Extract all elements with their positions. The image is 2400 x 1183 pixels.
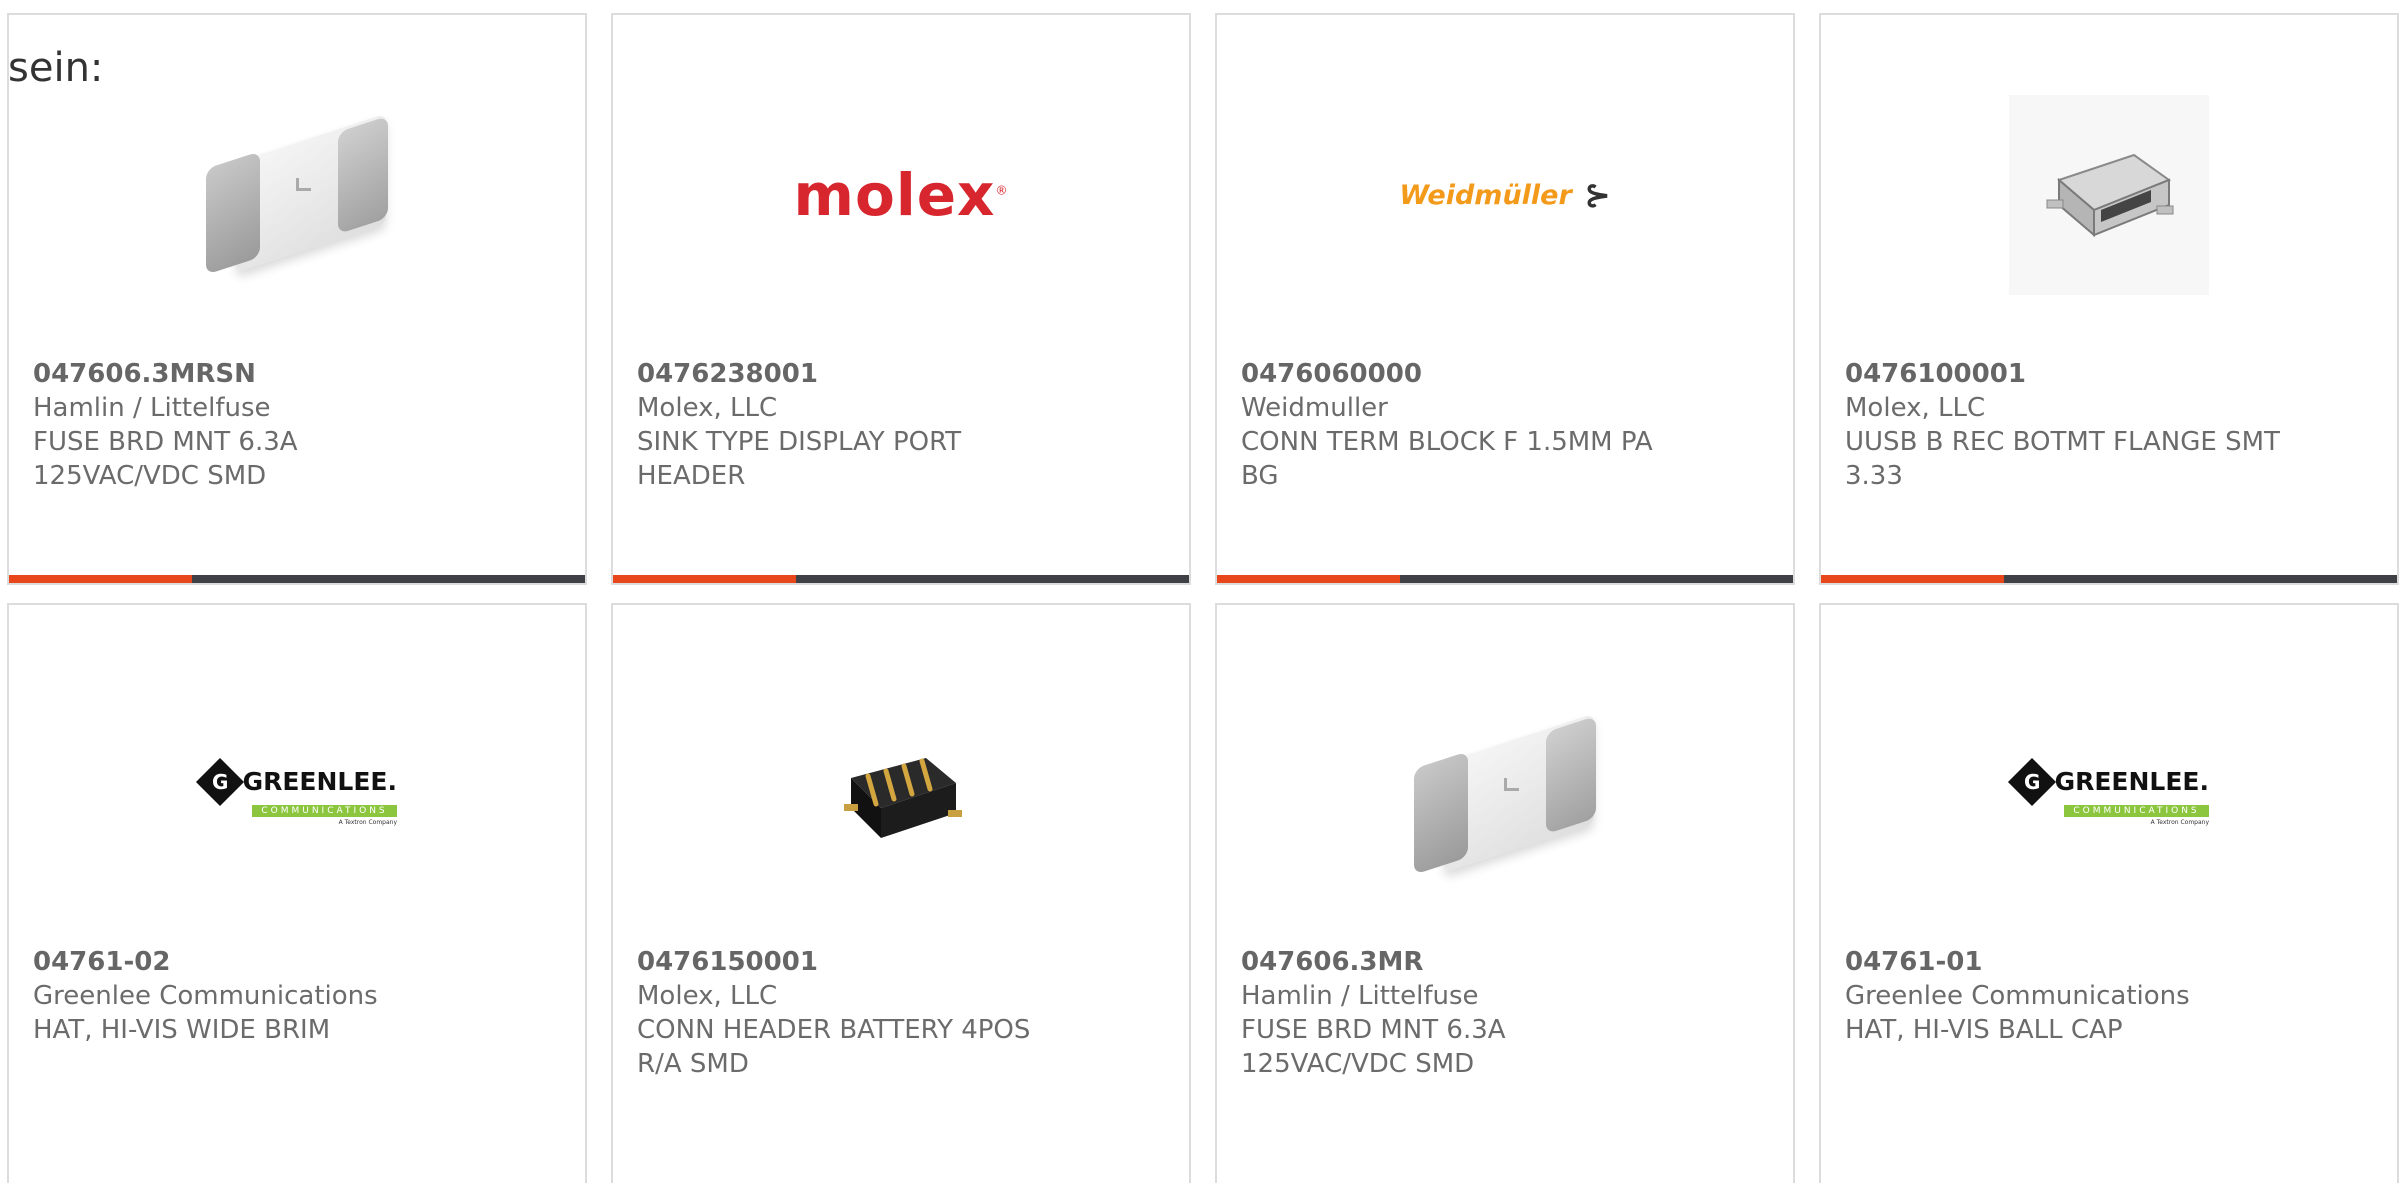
card-bottom-bar [1821, 575, 2397, 583]
manufacturer: Greenlee Communications [33, 981, 378, 1011]
fuse-image [206, 113, 388, 275]
description-line: 3.33 [1845, 461, 1903, 491]
intro-text: sein: [8, 45, 104, 91]
product-image[interactable]: G GREENLEE. COMMUNICATIONS A Textron Comp… [9, 685, 585, 905]
fuse-image [1414, 713, 1596, 875]
manufacturer: Greenlee Communications [1845, 981, 2190, 1011]
description-line: HEADER [637, 461, 746, 491]
product-card[interactable]: 0476150001 Molex, LLC CONN HEADER BATTER… [611, 603, 1191, 1183]
part-number[interactable]: 0476150001 [637, 945, 1165, 979]
description-line: UUSB B REC BOTMT FLANGE SMT [1845, 427, 2280, 457]
product-image[interactable] [9, 85, 585, 305]
product-image[interactable]: G GREENLEE. COMMUNICATIONS A Textron Comp… [1821, 685, 2397, 905]
manufacturer: Molex, LLC [1845, 393, 1986, 423]
product-card[interactable]: 0476100001 Molex, LLC UUSB B REC BOTMT F… [1819, 13, 2399, 585]
part-number[interactable]: 047606.3MRSN [33, 357, 561, 391]
product-image[interactable]: molex® [613, 85, 1189, 305]
card-accent [1821, 575, 2004, 583]
manufacturer: Molex, LLC [637, 393, 778, 423]
part-number[interactable]: 0476100001 [1845, 357, 2373, 391]
card-bottom-bar [613, 575, 1189, 583]
manufacturer: Weidmuller [1241, 393, 1388, 423]
battery-header-image [836, 738, 966, 852]
product-card[interactable]: molex® 0476238001 Molex, LLC SINK TYPE D… [611, 13, 1191, 585]
molex-logo: molex® [793, 161, 1009, 229]
card-bottom-bar [9, 575, 585, 583]
part-number[interactable]: 047606.3MR [1241, 945, 1769, 979]
part-number[interactable]: 04761-02 [33, 945, 561, 979]
description-line: BG [1241, 461, 1279, 491]
manufacturer: Hamlin / Littelfuse [33, 393, 271, 423]
product-image[interactable] [1217, 685, 1793, 905]
product-card[interactable]: G GREENLEE. COMMUNICATIONS A Textron Comp… [7, 603, 587, 1183]
manufacturer: Molex, LLC [637, 981, 778, 1011]
description-line: HAT, HI-VIS BALL CAP [1845, 1015, 2123, 1045]
description-line: FUSE BRD MNT 6.3A [33, 427, 298, 457]
card-accent [9, 575, 192, 583]
description-line: CONN TERM BLOCK F 1.5MM PA [1241, 427, 1653, 457]
product-image[interactable] [1821, 85, 2397, 305]
part-number[interactable]: 0476060000 [1241, 357, 1769, 391]
manufacturer: Hamlin / Littelfuse [1241, 981, 1479, 1011]
description-line: SINK TYPE DISPLAY PORT [637, 427, 962, 457]
greenlee-logo: G GREENLEE. COMMUNICATIONS A Textron Comp… [2007, 757, 2209, 826]
product-card[interactable]: 047606.3MR Hamlin / Littelfuse FUSE BRD … [1215, 603, 1795, 1183]
card-accent [1217, 575, 1400, 583]
greenlee-logo: G GREENLEE. COMMUNICATIONS A Textron Comp… [195, 757, 397, 826]
part-number[interactable]: 0476238001 [637, 357, 1165, 391]
card-accent [613, 575, 796, 583]
card-bottom-bar [1217, 575, 1793, 583]
description-line: FUSE BRD MNT 6.3A [1241, 1015, 1506, 1045]
description-line: 125VAC/VDC SMD [1241, 1049, 1475, 1079]
product-image[interactable] [613, 685, 1189, 905]
weidmuller-logo: Weidmüller ⊱ [1399, 176, 1611, 214]
description-line: HAT, HI-VIS WIDE BRIM [33, 1015, 331, 1045]
description-line: CONN HEADER BATTERY 4POS [637, 1015, 1031, 1045]
product-grid: 047606.3MRSN Hamlin / Littelfuse FUSE BR… [0, 0, 2400, 1183]
product-card[interactable]: G GREENLEE. COMMUNICATIONS A Textron Comp… [1819, 603, 2399, 1183]
usb-connector-image [2009, 95, 2209, 295]
description-line: 125VAC/VDC SMD [33, 461, 267, 491]
product-card[interactable]: 047606.3MRSN Hamlin / Littelfuse FUSE BR… [7, 13, 587, 585]
description-line: R/A SMD [637, 1049, 749, 1079]
product-image[interactable]: Weidmüller ⊱ [1217, 85, 1793, 305]
product-card[interactable]: Weidmüller ⊱ 0476060000 Weidmuller CONN T… [1215, 13, 1795, 585]
part-number[interactable]: 04761-01 [1845, 945, 2373, 979]
